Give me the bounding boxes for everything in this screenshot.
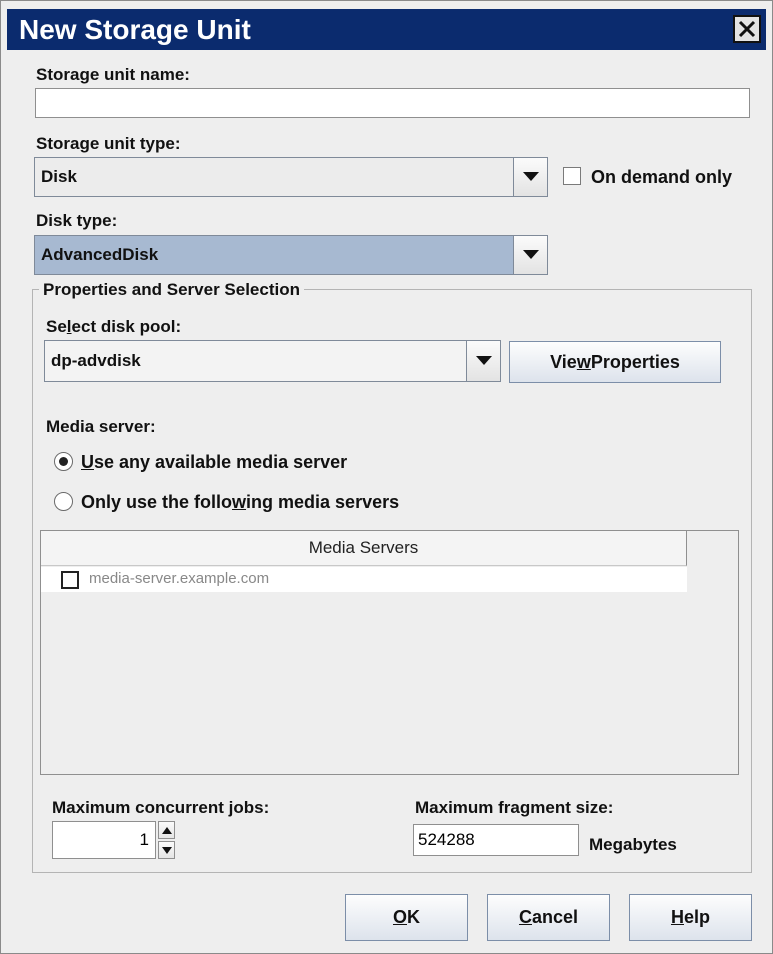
chevron-down-icon [476,356,492,365]
window-title: New Storage Unit [19,14,251,45]
storage-unit-type-label: Storage unit type: [36,134,181,153]
disk-pool-arrow-button[interactable] [466,341,500,381]
select-disk-pool-label: Select disk pool: [46,317,182,336]
cancel-button[interactable]: Cancel [487,894,610,941]
ok-button[interactable]: OK [345,894,468,941]
max-fragment-size-label: Maximum fragment size: [415,798,614,817]
media-server-row-checkbox[interactable] [61,571,79,589]
only-use-following-label: Only use the following media servers [81,492,400,512]
chevron-up-icon [162,827,172,834]
use-any-media-server-radio[interactable] [54,452,73,471]
disk-type-value: AdvancedDisk [41,245,159,264]
close-icon [738,20,756,38]
close-button[interactable] [733,15,761,43]
disk-pool-value: dp-advdisk [51,351,141,370]
storage-unit-name-label: Storage unit name: [36,65,190,84]
only-use-following-radio[interactable] [54,492,73,511]
help-button[interactable]: Help [629,894,752,941]
use-any-media-server-label: Use any available media server [81,452,348,472]
storage-unit-type-value: Disk [41,167,77,186]
table-row[interactable]: media-server.example.com [41,567,687,592]
max-concurrent-jobs-field[interactable]: 1 [52,821,156,859]
disk-pool-dropdown[interactable]: dp-advdisk [44,340,501,382]
disk-type-arrow-button[interactable] [513,236,547,274]
media-servers-table: Media Servers media-server.example.com [40,530,739,775]
view-properties-button[interactable]: Vie w Properties [509,341,721,383]
spinner-up-button[interactable] [158,821,175,839]
storage-unit-type-dropdown[interactable]: Disk [34,157,548,197]
spinner-down-button[interactable] [158,841,175,859]
chevron-down-icon [523,172,539,181]
max-fragment-size-field[interactable]: 524288 [413,824,579,856]
on-demand-only-label: On demand only [591,167,733,187]
chevron-down-icon [523,250,539,259]
max-concurrent-jobs-label: Maximum concurrent jobs: [52,798,270,817]
disk-type-label: Disk type: [36,211,118,230]
media-servers-column-header[interactable]: Media Servers [41,531,687,566]
storage-unit-type-arrow-button[interactable] [513,158,547,196]
properties-group-title: Properties and Server Selection [39,280,304,300]
new-storage-unit-dialog: New Storage Unit Storage unit name: Stor… [0,0,773,954]
storage-unit-name-field[interactable] [35,88,750,118]
megabytes-unit-label: Megabytes [589,835,677,854]
on-demand-only-checkbox[interactable] [563,167,581,185]
title-bar: New Storage Unit [7,9,766,50]
max-concurrent-jobs-spinner: 1 [52,821,176,859]
disk-type-dropdown[interactable]: AdvancedDisk [34,235,548,275]
media-server-label: Media server: [46,417,156,436]
chevron-down-icon [162,847,172,854]
media-server-name: media-server.example.com [89,570,270,587]
